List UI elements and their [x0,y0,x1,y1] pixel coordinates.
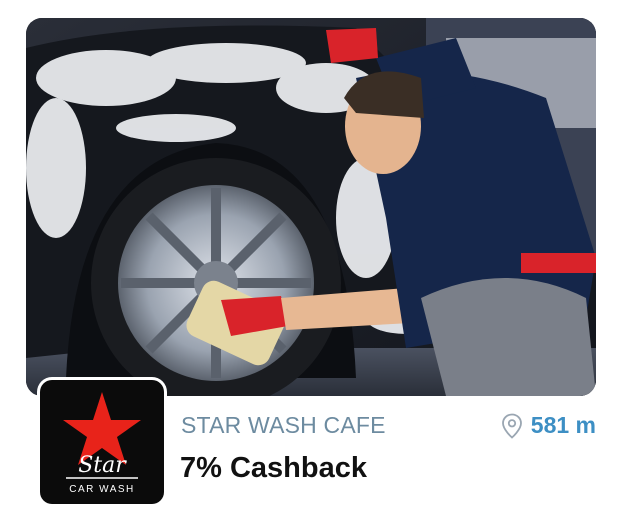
car-wash-photo-icon [26,18,596,396]
logo-brand-text: Star [78,453,127,478]
distance-value: 581 m [530,412,596,438]
merchant-card[interactable]: Star CAR WASH STAR WASH CAFE 7% Cashback… [0,0,622,527]
merchant-name: STAR WASH CAFE [181,412,386,438]
hero-image[interactable] [26,18,596,396]
cashback-offer: 7% Cashback [180,452,367,484]
logo-tagline-text: CAR WASH [69,484,135,495]
distance-indicator: 581 m [501,412,596,439]
merchant-logo: Star CAR WASH [40,380,164,504]
location-pin-icon [501,413,522,439]
red-star-icon: Star CAR WASH [63,392,141,495]
